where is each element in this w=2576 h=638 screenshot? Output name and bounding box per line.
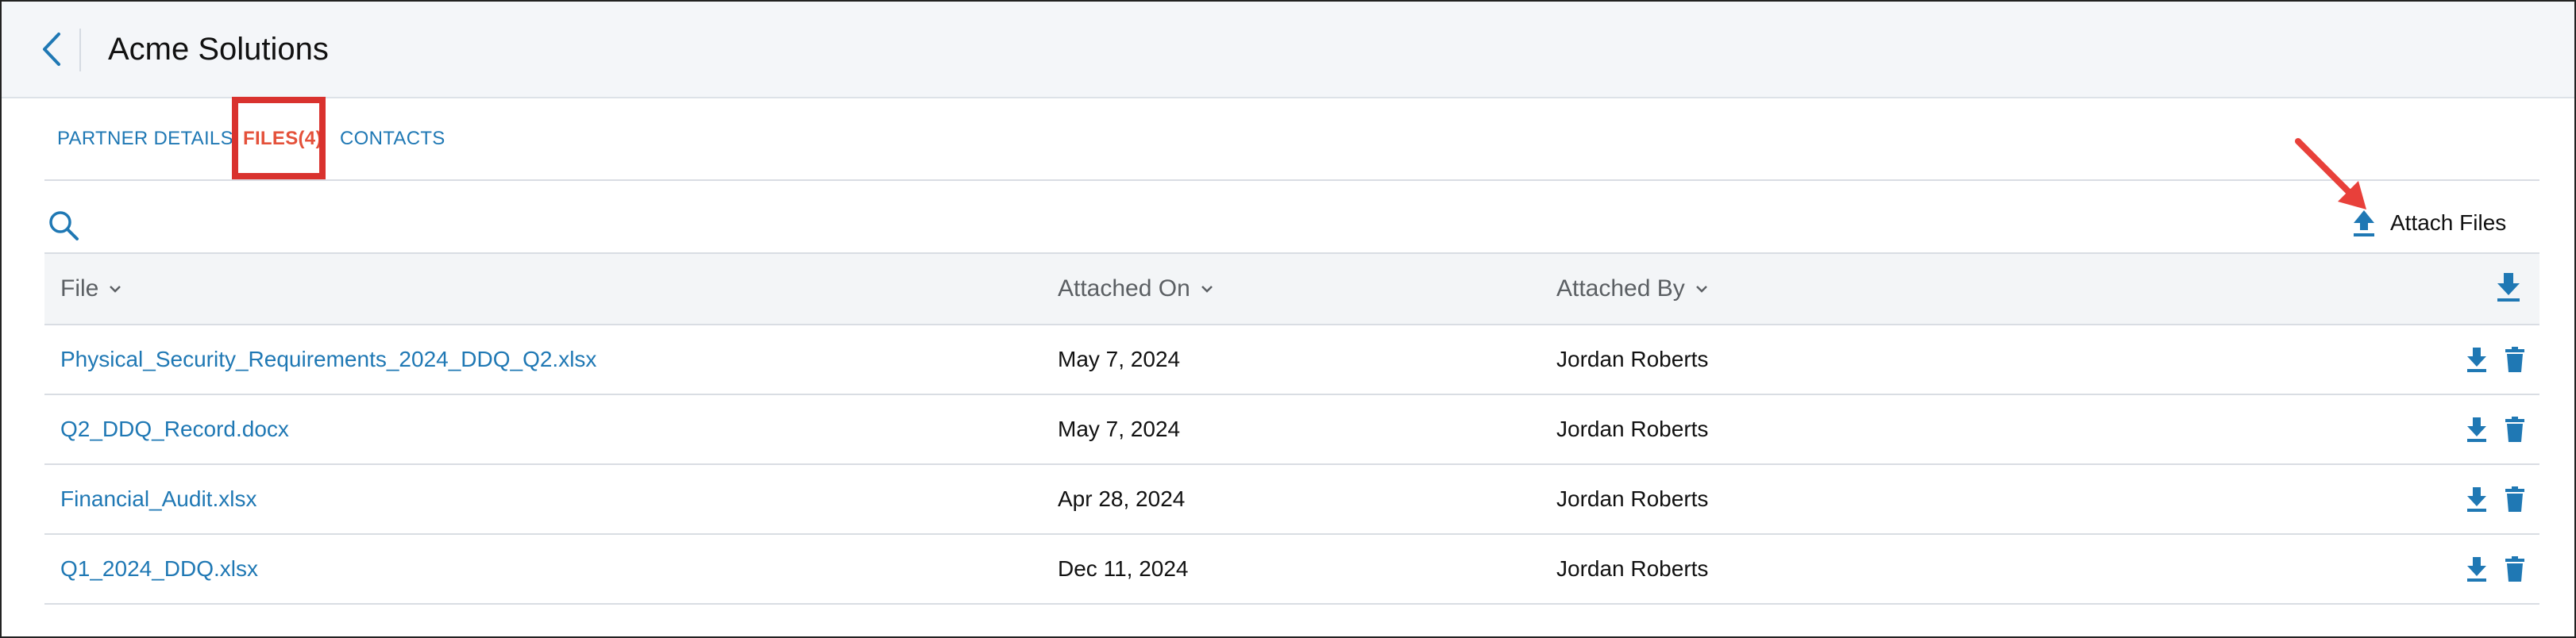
back-button[interactable]	[32, 25, 71, 73]
attached-on-cell: Dec 11, 2024	[1058, 556, 1189, 581]
table-row: Q2_DDQ_Record.docx May 7, 2024 Jordan Ro…	[44, 395, 2539, 465]
upload-icon	[2354, 210, 2374, 236]
attach-files-button[interactable]: Attach Files	[2352, 203, 2506, 243]
download-icon	[2497, 273, 2520, 302]
file-link[interactable]: Physical_Security_Requirements_2024_DDQ_…	[60, 325, 596, 394]
column-header-attached-on[interactable]: Attached On	[1058, 254, 1214, 324]
app-window: Acme Solutions PARTNER DETAILS FILES(4) …	[0, 0, 2576, 638]
file-link[interactable]: Q1_2024_DDQ.xlsx	[60, 535, 258, 603]
chevron-down-icon	[110, 286, 121, 293]
trash-icon[interactable]	[2503, 486, 2527, 513]
attached-on-cell: Apr 28, 2024	[1058, 486, 1186, 511]
search-button[interactable]	[48, 209, 79, 241]
column-header-label: Attached By	[1556, 275, 1685, 302]
row-actions	[2465, 395, 2527, 463]
attached-by-cell: Jordan Roberts	[1556, 556, 1709, 581]
table-row: Financial_Audit.xlsx Apr 28, 2024 Jordan…	[44, 465, 2539, 535]
download-all-button[interactable]	[2495, 271, 2527, 306]
tab-partner-details[interactable]: PARTNER DETAILS	[57, 127, 233, 151]
download-icon[interactable]	[2465, 346, 2489, 373]
tab-contacts[interactable]: CONTACTS	[340, 127, 445, 151]
attached-on-cell: May 7, 2024	[1058, 347, 1181, 371]
table-row: Q1_2024_DDQ.xlsx Dec 11, 2024 Jordan Rob…	[44, 535, 2539, 605]
chevron-down-icon	[1695, 286, 1707, 293]
attached-by-cell: Jordan Roberts	[1556, 347, 1709, 371]
row-actions	[2465, 465, 2527, 533]
download-icon[interactable]	[2465, 416, 2489, 443]
trash-icon[interactable]	[2503, 346, 2527, 373]
page-title: Acme Solutions	[108, 32, 329, 67]
attached-on-cell: May 7, 2024	[1058, 417, 1181, 441]
row-actions	[2465, 325, 2527, 394]
header-divider	[79, 29, 81, 71]
table-row: Physical_Security_Requirements_2024_DDQ_…	[44, 325, 2539, 395]
attached-by-cell: Jordan Roberts	[1556, 417, 1709, 441]
row-actions	[2465, 535, 2527, 603]
table-header: File Attached On Attached By	[44, 254, 2539, 325]
attach-files-label: Attach Files	[2390, 210, 2507, 235]
column-header-label: Attached On	[1058, 275, 1190, 302]
attached-by-cell: Jordan Roberts	[1556, 486, 1709, 511]
file-link[interactable]: Q2_DDQ_Record.docx	[60, 395, 289, 463]
page-header: Acme Solutions	[2, 2, 2574, 98]
search-icon	[49, 211, 79, 240]
download-icon[interactable]	[2465, 486, 2489, 513]
file-link[interactable]: Financial_Audit.xlsx	[60, 465, 256, 533]
back-chevron-icon	[43, 33, 60, 66]
trash-icon[interactable]	[2503, 416, 2527, 443]
tab-bar: PARTNER DETAILS FILES(4) CONTACTS	[44, 97, 2539, 181]
column-header-file[interactable]: File	[60, 254, 122, 324]
column-header-label: File	[60, 275, 99, 302]
files-table: File Attached On Attached By Physical_Se…	[44, 252, 2539, 605]
column-header-attached-by[interactable]: Attached By	[1556, 254, 1709, 324]
trash-icon[interactable]	[2503, 555, 2527, 582]
tab-files[interactable]: FILES(4)	[243, 127, 322, 151]
download-icon[interactable]	[2465, 555, 2489, 582]
chevron-down-icon	[1201, 286, 1213, 293]
